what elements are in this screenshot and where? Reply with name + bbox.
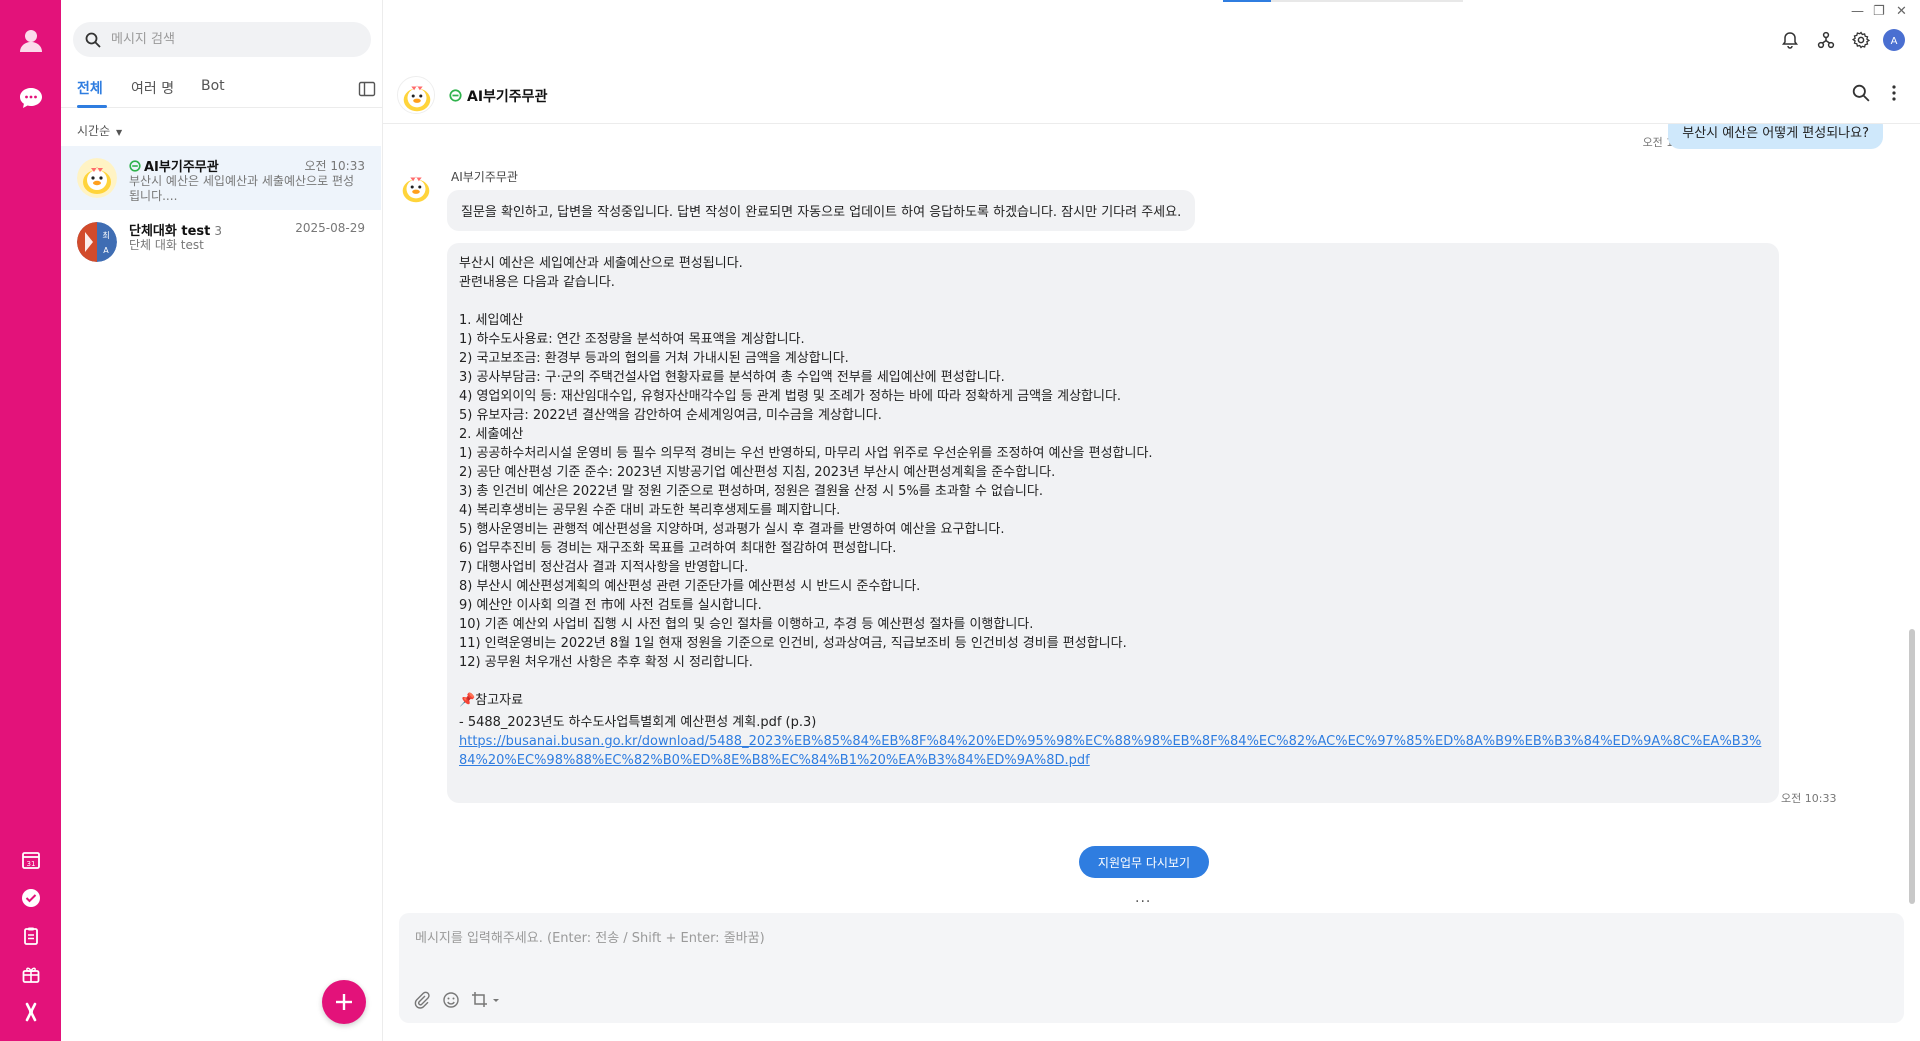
conversation-name: AI부기주무관 <box>144 160 219 175</box>
plus-icon <box>336 994 352 1010</box>
reference-file: - 5488_2023년도 하수도사업특별회계 예산편성 계획.pdf (p.3… <box>459 715 817 730</box>
caret-down-icon: ▼ <box>115 128 123 137</box>
clipboard-icon[interactable] <box>0 916 61 956</box>
new-chat-button[interactable] <box>322 980 366 1024</box>
kebab-menu-icon[interactable] <box>1891 84 1897 106</box>
reference-heading: 📌참고자료 <box>459 693 524 708</box>
window-top-bar: — ❐ ✕ A <box>383 0 1920 64</box>
chat-title: AI부기주무관 <box>467 89 548 105</box>
answer-line: 2) 국고보조금: 환경부 등과의 협의를 거쳐 가내시된 금액을 계상합니다. <box>459 351 849 366</box>
conversation-time: 2025-08-29 <box>295 221 365 235</box>
sender-avatar-bugi <box>397 168 435 206</box>
gear-icon[interactable] <box>1849 28 1873 52</box>
message-input[interactable] <box>415 927 1875 967</box>
answer-line: 2. 세출예산 <box>459 427 524 442</box>
tab-all[interactable]: 전체 <box>77 78 103 98</box>
sender-name: AI부기주무관 <box>451 170 518 184</box>
search-icon <box>85 32 101 48</box>
conversation-item-group-test[interactable]: 최A 단체대화 test 3 2025-08-29 단체 대화 test <box>61 210 381 274</box>
search-input[interactable] <box>111 32 341 47</box>
answer-text: 부산시 예산은 세입예산과 세출예산으로 편성됩니다. 관련내용은 다음과 같습니… <box>459 254 1767 691</box>
conversation-tabs: 전체 여러 명 Bot <box>61 70 383 108</box>
sort-label: 시간순 <box>77 124 111 138</box>
answer-message-bubble: 부산시 예산은 세입예산과 세출예산으로 편성됩니다. 관련내용은 다음과 같습니… <box>447 243 1779 803</box>
answer-line: 9) 예산안 이사회 의결 전 市에 사전 검토를 실시합니다. <box>459 598 762 613</box>
loading-indicator <box>1223 0 1463 2</box>
avatar-bugi <box>77 158 117 198</box>
answer-line: 11) 인력운영비는 2022년 8월 1일 현재 정원을 기준으로 인건비, … <box>459 636 1127 651</box>
answer-line: 12) 공무원 처우개선 사항은 추후 확정 시 정리합니다. <box>459 655 753 670</box>
answer-line: 4) 복리후생비는 공무원 수준 대비 과도한 복리후생제도를 폐지합니다. <box>459 503 841 518</box>
ribbon-icon[interactable] <box>0 992 61 1032</box>
profile-icon[interactable] <box>0 20 61 60</box>
restore-icon[interactable]: ❐ <box>1873 4 1885 19</box>
sort-dropdown[interactable]: 시간순 ▼ <box>77 122 122 139</box>
conversation-name: 단체대화 test <box>129 224 211 239</box>
minimize-icon[interactable]: — <box>1851 4 1864 19</box>
calendar-icon[interactable]: 31 <box>0 840 61 880</box>
answer-line: 5) 행사운영비는 관행적 예산편성을 지양하며, 성과평가 실시 후 결과를 … <box>459 522 1005 537</box>
gift-icon[interactable] <box>0 954 61 994</box>
answer-time: 오전 10:33 <box>1781 792 1837 805</box>
online-status-icon <box>449 89 462 102</box>
answer-line: 1) 공공하수처리시설 운영비 등 필수 의무적 경비는 우선 반영하되, 마무… <box>459 446 1153 461</box>
more-options-dots[interactable]: ... <box>1135 890 1151 904</box>
search-icon[interactable] <box>1852 84 1870 106</box>
chat-avatar-bugi <box>397 76 435 114</box>
conversation-preview: 단체 대화 test <box>129 238 204 252</box>
answer-line: 7) 대행사업비 정산검사 결과 지적사항을 반영합니다. <box>459 560 749 575</box>
user-avatar-initial: A <box>1891 36 1898 47</box>
bell-icon[interactable] <box>1778 28 1802 52</box>
check-circle-icon[interactable] <box>0 878 61 918</box>
answer-line: 5) 유보자금: 2022년 결산액을 감안하여 순세계잉여금, 미수금을 계상… <box>459 408 882 423</box>
answer-line: 1) 하수도사용료: 연간 조정량을 분석하여 목표액을 계상합니다. <box>459 332 805 347</box>
avatar-group: 최A <box>77 222 117 262</box>
tab-bot[interactable]: Bot <box>201 78 225 94</box>
active-tab-indicator <box>77 105 107 108</box>
status-message-bubble: 질문을 확인하고, 답변을 작성중입니다. 답변 작성이 완료되면 자동으로 업… <box>447 190 1196 231</box>
answer-line: 3) 공사부담금: 구·군의 주택건설사업 현황자료를 분석하여 총 수입액 전… <box>459 370 1005 385</box>
answer-line: 6) 업무추진비 등 경비는 재구조화 목표를 고려하여 최대한 절감하여 편성… <box>459 541 897 556</box>
group-avatar-letter-1: 최 <box>102 230 109 240</box>
answer-line: 4) 영업외이익 등: 재산임대수입, 유형자산매각수입 등 관계 법령 및 조… <box>459 389 1122 404</box>
search-box[interactable] <box>73 22 371 57</box>
support-task-replay-button[interactable]: 지원업무 다시보기 <box>1079 846 1209 878</box>
answer-line: 10) 기존 예산외 사업비 집행 시 사전 협의 및 승인 절차를 이행하고,… <box>459 617 1034 632</box>
conversation-preview: 부산시 예산은 세입예산과 세출예산으로 편성됩니다.... <box>129 174 355 203</box>
answer-line: 8) 부산시 예산편성계획의 예산편성 관련 기준단가를 예산편성 시 반드시 … <box>459 579 921 594</box>
answer-line: 1. 세입예산 <box>459 313 524 328</box>
answer-line: 3) 총 인건비 예산은 2022년 말 정원 기준으로 편성하며, 정원은 결… <box>459 484 1043 499</box>
conversation-item-ai-bugi[interactable]: AI부기주무관 오전 10:33 부산시 예산은 세입예산과 세출예산으로 편성… <box>61 146 381 210</box>
calendar-day-text: 31 <box>26 860 35 868</box>
app-rail: 31 <box>0 0 61 1041</box>
answer-blank-line <box>459 292 1767 311</box>
reference-link[interactable]: https://busanai.busan.go.kr/download/548… <box>459 732 1769 770</box>
screenshot-crop-icon[interactable] <box>469 989 503 1011</box>
chat-header: AI부기주무관 <box>383 64 1920 124</box>
message-area: 오전 10:33 부산시 예산은 어떻게 편성되나요? AI부기주무관 질문을 … <box>383 124 1908 904</box>
panel-toggle-icon[interactable] <box>358 80 376 98</box>
chat-icon[interactable] <box>0 78 61 118</box>
message-composer <box>399 913 1904 1023</box>
user-avatar[interactable]: A <box>1882 28 1906 52</box>
tab-group[interactable]: 여러 명 <box>131 78 174 98</box>
answer-line: 부산시 예산은 세입예산과 세출예산으로 편성됩니다. <box>459 256 743 271</box>
answer-line: 2) 공단 예산편성 기준 준수: 2023년 지방공기업 예산편성 지침, 2… <box>459 465 1056 480</box>
conversation-time: 오전 10:33 <box>304 159 365 173</box>
scrollbar-thumb[interactable] <box>1909 629 1915 904</box>
scrollbar[interactable] <box>1908 124 1916 904</box>
online-status-icon <box>129 160 141 172</box>
my-message-bubble: 부산시 예산은 어떻게 편성되나요? <box>1668 124 1883 149</box>
paperclip-icon[interactable] <box>411 989 433 1011</box>
close-icon[interactable]: ✕ <box>1896 4 1907 19</box>
emoji-icon[interactable] <box>440 989 462 1011</box>
answer-blank-line <box>459 672 1767 691</box>
group-avatar-letter-2: A <box>103 246 109 255</box>
organization-icon[interactable] <box>1814 28 1838 52</box>
member-count: 3 <box>214 224 222 238</box>
conversation-list-panel: 전체 여러 명 Bot 시간순 ▼ AI부기주무관 오전 10:33 부산시 예… <box>61 0 383 1041</box>
answer-line: 관련내용은 다음과 같습니다. <box>459 275 615 290</box>
